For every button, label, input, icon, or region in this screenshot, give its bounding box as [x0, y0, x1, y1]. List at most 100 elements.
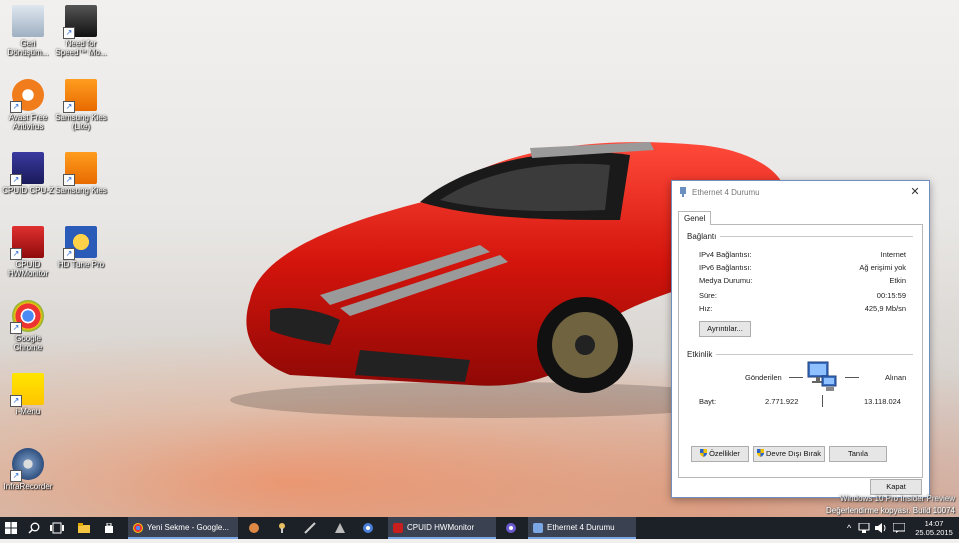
uac-shield-icon [700, 449, 708, 457]
taskbar-app-hwmonitor[interactable]: CPUID HWMonitor [388, 517, 496, 539]
search-icon[interactable] [28, 522, 40, 534]
desktop-icon-label: Avast Free Antivirus [8, 113, 48, 131]
nfs-icon: ↗ [63, 5, 97, 39]
clock-date: 25.05.2015 [915, 528, 953, 537]
ipv4-value: Internet [880, 250, 906, 259]
pinned-app-icon [279, 523, 285, 533]
desktop-icon-label: HD Tune Pro [57, 260, 105, 269]
desktop-icon-hwmonitor[interactable]: ↗ CPUID HWMonitor [2, 226, 54, 278]
taskbar-pinned-app-icon[interactable] [505, 517, 517, 539]
desktop-icon-cpuz[interactable]: ↗ CPUID CPU-Z [2, 152, 54, 195]
media-state-label: Medya Durumu: [699, 276, 753, 285]
ipv4-label: IPv4 Bağlantısı: [699, 250, 752, 259]
action-center-icon[interactable] [893, 523, 905, 533]
desktop-icon-recycle-bin[interactable]: Geri Dönüşüm... [2, 5, 54, 57]
task-view-icon[interactable] [50, 522, 64, 534]
ipv6-label: IPv6 Bağlantısı: [699, 263, 752, 272]
chrome-icon: ↗ [10, 300, 44, 334]
bytes-sent-value: 2.771.922 [765, 397, 799, 406]
received-label: Alınan [885, 373, 907, 382]
shortcut-arrow-icon: ↗ [10, 101, 22, 113]
taskbar-pinned-app-icon[interactable] [248, 517, 260, 539]
file-explorer-icon[interactable] [78, 523, 90, 533]
properties-button[interactable]: Özellikler [691, 446, 749, 462]
diagnose-button[interactable]: Tanıla [829, 446, 887, 462]
ipv6-value: Ağ erişimi yok [859, 263, 906, 272]
received-dash [845, 377, 859, 378]
connection-group-label: Bağlantı [687, 232, 721, 241]
desktop-icon-label: Samsung Kies [55, 186, 107, 195]
desktop-icon-label: Google Chrome [13, 334, 43, 352]
pinned-app-icon [363, 523, 373, 533]
close-button[interactable]: Kapat [870, 479, 922, 495]
network-icon [533, 523, 543, 533]
speed-row: Hız: 425,9 Mb/sn [699, 304, 906, 314]
desktop-icon-label: CPUID CPU-Z [2, 186, 54, 195]
shortcut-arrow-icon: ↗ [10, 174, 22, 186]
desktop-icon-nfs[interactable]: ↗ Need for Speed™ Mo... [55, 5, 107, 57]
duration-row: Süre: 00:15:59 [699, 291, 906, 301]
chrome-icon [133, 523, 143, 533]
desktop-icon-chrome[interactable]: ↗ Google Chrome [2, 300, 54, 352]
shortcut-arrow-icon: ↗ [10, 248, 22, 260]
desktop-icon-label: Need for Speed™ Mo... [55, 39, 107, 57]
store-icon[interactable] [104, 523, 114, 533]
taskbar-app-chrome[interactable]: Yeni Sekme - Google... [128, 517, 238, 539]
close-icon[interactable]: ✕ [907, 184, 923, 200]
pinned-app-icon [249, 523, 259, 533]
disable-button[interactable]: Devre Dışı Bırak [753, 446, 825, 462]
ipv4-row: IPv4 Bağlantısı: Internet [699, 250, 906, 260]
taskbar-pinned-app-icon[interactable] [334, 517, 346, 539]
taskbar: Yeni Sekme - Google... CPUID HWMonitor E… [0, 517, 959, 539]
bytes-divider [822, 395, 823, 407]
sent-label: Gönderilen [745, 373, 782, 382]
shortcut-arrow-icon: ↗ [10, 322, 22, 334]
pinned-app-icon [335, 523, 345, 533]
bytes-received-value: 13.118.024 [864, 397, 901, 406]
ipv6-row: IPv6 Bağlantısı: Ağ erişimi yok [699, 263, 906, 273]
activity-group-label: Etkinlik [687, 350, 717, 359]
desktop-icon-hdtune[interactable]: ↗ HD Tune Pro [55, 226, 107, 269]
desktop-icon-avast[interactable]: ↗ Avast Free Antivirus [2, 79, 54, 131]
dialog-titlebar[interactable]: Ethernet 4 Durumu ✕ [672, 181, 929, 203]
network-activity-icon [807, 361, 837, 391]
hwmonitor-icon [393, 523, 403, 533]
speed-label: Hız: [699, 304, 713, 313]
recycle-bin-icon [12, 5, 44, 37]
cpuz-icon: ↗ [10, 152, 44, 186]
taskbar-pinned-app-icon[interactable] [362, 517, 374, 539]
duration-label: Süre: [699, 291, 717, 300]
speed-value: 425,9 Mb/sn [864, 304, 906, 313]
tab-general[interactable]: Genel [678, 211, 712, 225]
network-tray-icon[interactable] [858, 523, 870, 533]
network-adapter-icon [680, 187, 686, 197]
uac-shield-icon [756, 449, 764, 457]
taskbar-app-ethernet-status[interactable]: Ethernet 4 Durumu [528, 517, 636, 539]
properties-button-label: Özellikler [709, 449, 740, 458]
general-panel: Bağlantı IPv4 Bağlantısı: Internet IPv6 … [678, 224, 923, 478]
desktop-icon-kies[interactable]: ↗ Samsung Kies [55, 152, 107, 195]
taskbar-pinned-app-icon[interactable] [304, 517, 316, 539]
desktop-icon-label: Geri Dönüşüm... [7, 39, 49, 57]
desktop-icon-label: InfraRecorder [3, 482, 53, 491]
desktop-icon-label: i-Menu [15, 407, 41, 416]
desktop-icon-imenu[interactable]: ↗ i-Menu [2, 373, 54, 416]
details-button[interactable]: Ayrıntılar... [699, 321, 751, 337]
desktop-icon-label: CPUID HWMonitor [7, 260, 48, 278]
ethernet-status-dialog[interactable]: Ethernet 4 Durumu ✕ Genel Bağlantı IPv4 … [671, 180, 930, 498]
taskbar-app-chrome-label: Yeni Sekme - Google... [147, 523, 229, 532]
sent-dash [789, 377, 803, 378]
desktop-icon-kies-lite[interactable]: ↗ Samsung Kies (Lite) [55, 79, 107, 131]
taskbar-clock[interactable]: 14:07 25.05.2015 [913, 519, 955, 537]
shortcut-arrow-icon: ↗ [63, 101, 75, 113]
desktop-icon-infrarecorder[interactable]: ↗ InfraRecorder [2, 448, 54, 491]
volume-icon[interactable] [875, 523, 887, 533]
taskbar-pinned-app-icon[interactable] [278, 517, 286, 539]
start-windows-icon[interactable] [5, 522, 17, 534]
clock-time: 14:07 [924, 519, 944, 528]
chevron-up-icon[interactable]: ^ [847, 517, 851, 539]
taskbar-app-hwmonitor-label: CPUID HWMonitor [407, 523, 475, 532]
infrarecorder-icon: ↗ [10, 448, 44, 482]
shortcut-arrow-icon: ↗ [63, 248, 75, 260]
kies-lite-icon: ↗ [63, 79, 97, 113]
